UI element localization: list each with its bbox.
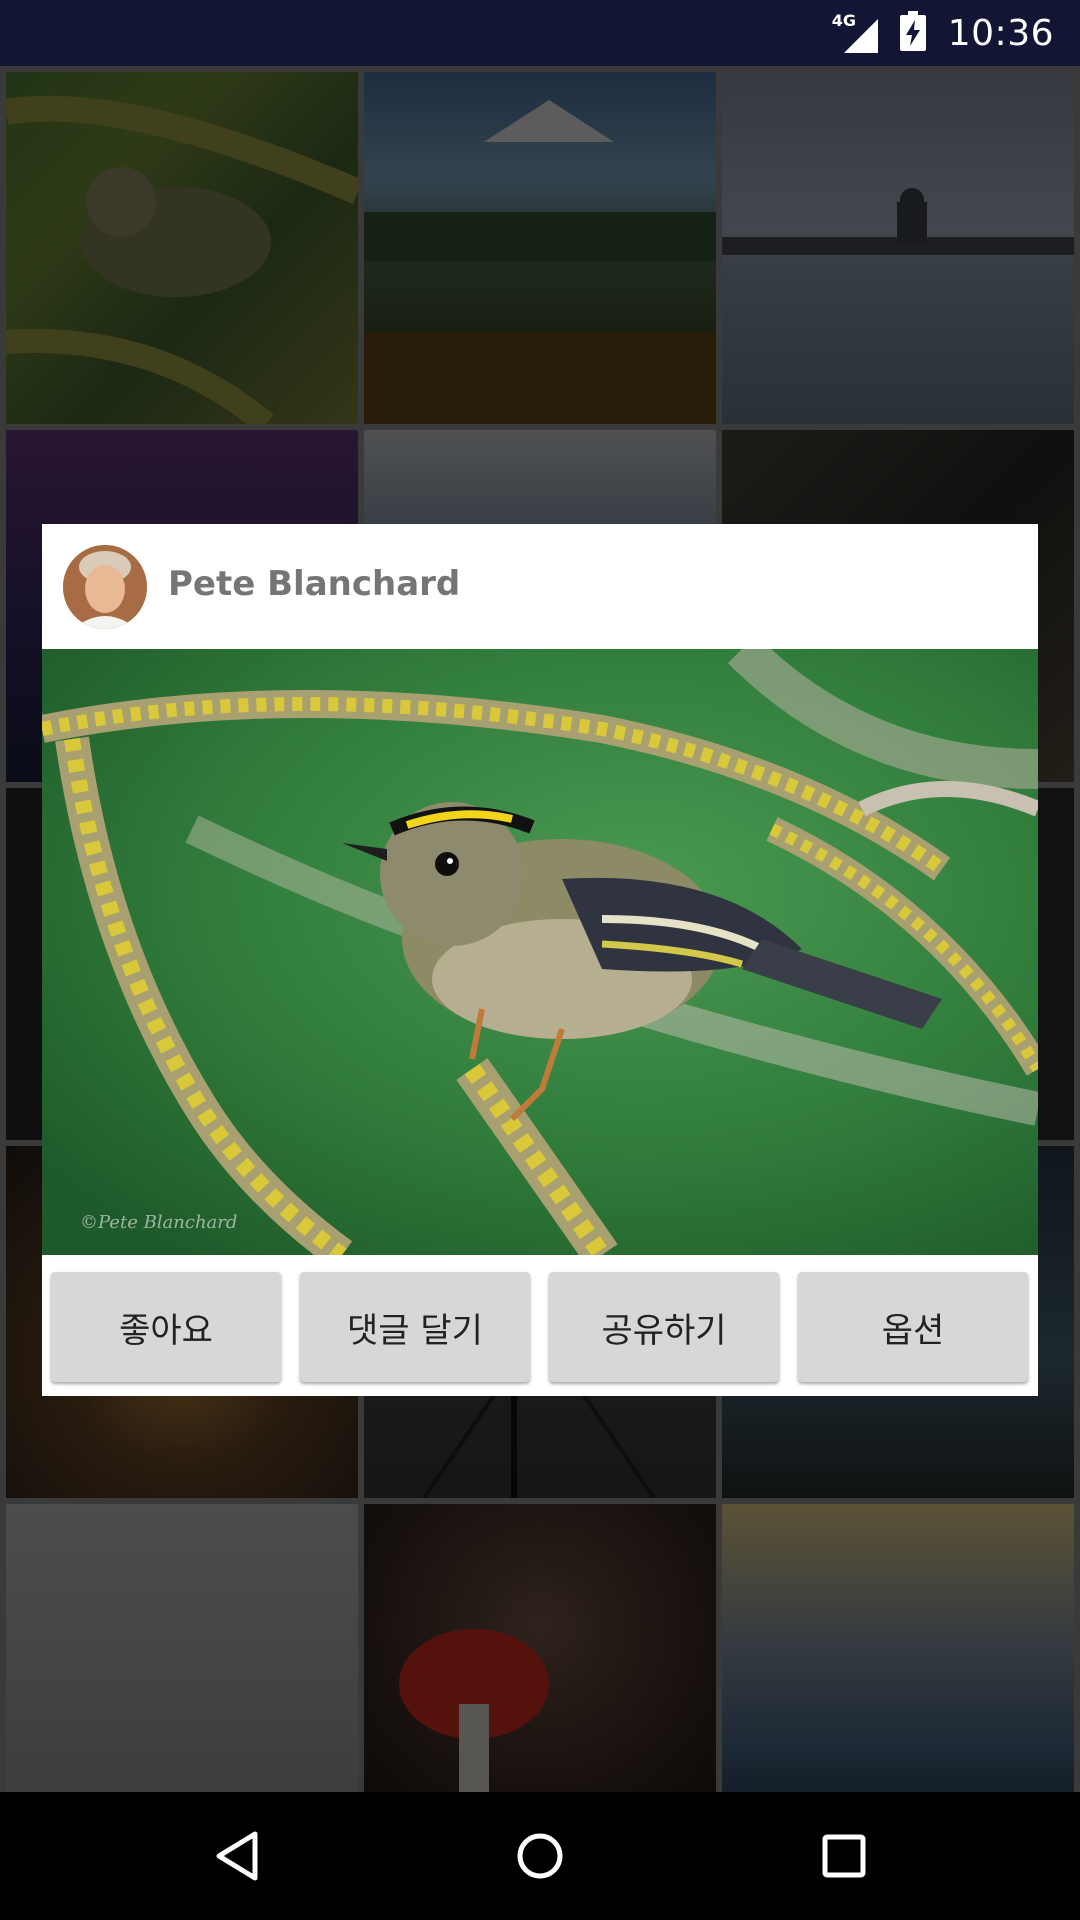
share-button[interactable]: 공유하기 [549,1272,779,1382]
recents-icon [822,1834,866,1878]
navigation-bar [0,1792,1080,1920]
author-name: Pete Blanchard [168,564,461,604]
photo-dialog: Pete Blanchard ©Pete Blanchard 좋아요 댓글 달기… [42,524,1038,1396]
featured-photo: ©Pete Blanchard [42,649,1038,1255]
home-button[interactable] [475,1792,605,1920]
dialog-header: Pete Blanchard [42,524,1038,649]
battery-charging-icon [899,11,926,55]
recents-button[interactable] [779,1792,909,1920]
dialog-actions: 좋아요 댓글 달기 공유하기 옵션 [42,1255,1038,1396]
grid-tile-bird[interactable] [6,72,358,424]
grid-tile-mountain-lake[interactable] [364,72,716,424]
options-button[interactable]: 옵션 [798,1272,1028,1382]
grid-tile-city-waterfront[interactable] [722,72,1074,424]
signal-icon: 4G [832,11,878,53]
photo-watermark: ©Pete Blanchard [80,1212,238,1233]
back-button[interactable] [172,1792,302,1920]
back-icon [216,1831,258,1881]
status-icons: 4G 10:36 [832,0,1054,66]
clock: 10:36 [947,12,1054,54]
like-button[interactable]: 좋아요 [51,1272,281,1382]
avatar[interactable] [63,545,147,629]
comment-button[interactable]: 댓글 달기 [300,1272,530,1382]
home-icon [517,1833,563,1879]
status-bar: 4G 10:36 [0,0,1080,66]
